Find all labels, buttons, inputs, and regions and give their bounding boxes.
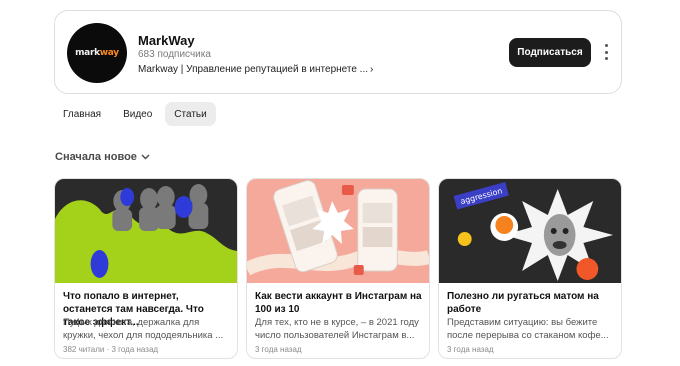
article-meta: 3 года назад — [255, 345, 302, 354]
subscriber-count: 683 подписчика — [138, 49, 211, 60]
more-options-icon[interactable] — [602, 44, 610, 60]
article-image-hooded-figures — [55, 179, 237, 283]
tab-home[interactable]: Главная — [54, 102, 110, 126]
avatar[interactable]: markway — [67, 23, 127, 83]
channel-description-text: Markway | Управление репутацией в интерн… — [138, 64, 369, 75]
article-card[interactable]: aggression Полезно ли ругаться матом на … — [438, 178, 622, 359]
channel-name[interactable]: MarkWay — [138, 33, 195, 48]
article-meta: 3 года назад — [447, 345, 494, 354]
article-image-angry-man: aggression — [439, 179, 621, 283]
subscribe-button[interactable]: Подписаться — [509, 38, 591, 67]
article-title[interactable]: Полезно ли ругаться матом на работе — [447, 290, 615, 316]
article-image-phones — [247, 179, 429, 283]
tab-articles[interactable]: Статьи — [165, 102, 216, 126]
channel-logo: markway — [75, 48, 119, 58]
article-snippet: Пуфик для кота, держалка для кружки, чех… — [63, 317, 224, 341]
sort-label: Сначала новое — [55, 151, 137, 163]
chevron-right-icon: › — [370, 64, 374, 75]
article-card[interactable]: Как вести аккаунт в Инстаграм на 100 из … — [246, 178, 430, 359]
tab-video[interactable]: Видео — [114, 102, 161, 126]
chevron-down-icon — [141, 154, 150, 160]
article-title[interactable]: Как вести аккаунт в Инстаграм на 100 из … — [255, 290, 423, 316]
channel-header: markway MarkWay 683 подписчика Markway |… — [54, 10, 622, 94]
article-snippet: Представим ситуацию: вы бежите после пер… — [447, 317, 609, 341]
sort-dropdown[interactable]: Сначала новое — [55, 151, 150, 163]
article-card[interactable]: Что попало в интернет, останется там нав… — [54, 178, 238, 359]
channel-description[interactable]: Markway | Управление репутацией в интерн… — [138, 64, 373, 75]
article-snippet: Для тех, кто не в курсе, – в 2021 году ч… — [255, 317, 419, 341]
channel-tabs: Главная Видео Статьи — [54, 102, 216, 126]
article-meta: 382 читали · 3 года назад — [63, 345, 159, 354]
